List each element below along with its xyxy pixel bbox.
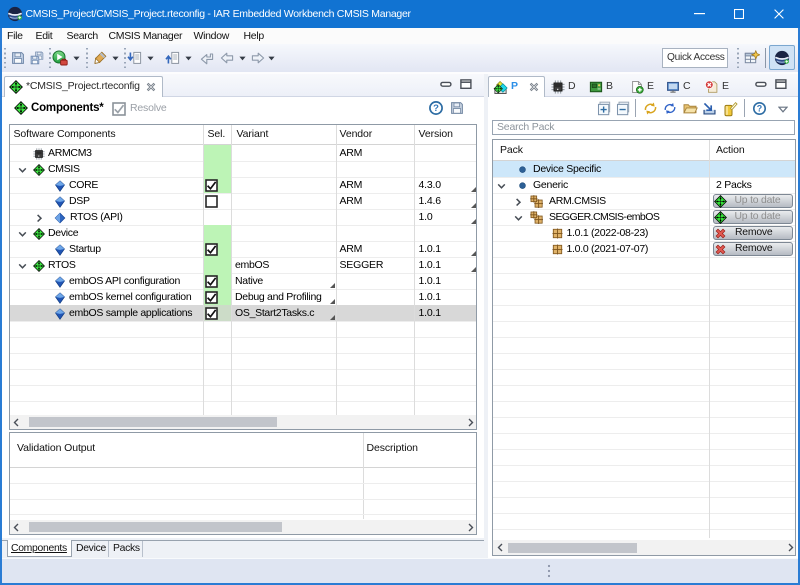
svg-text:?: ? (433, 103, 439, 114)
svg-text:?: ? (757, 104, 762, 114)
